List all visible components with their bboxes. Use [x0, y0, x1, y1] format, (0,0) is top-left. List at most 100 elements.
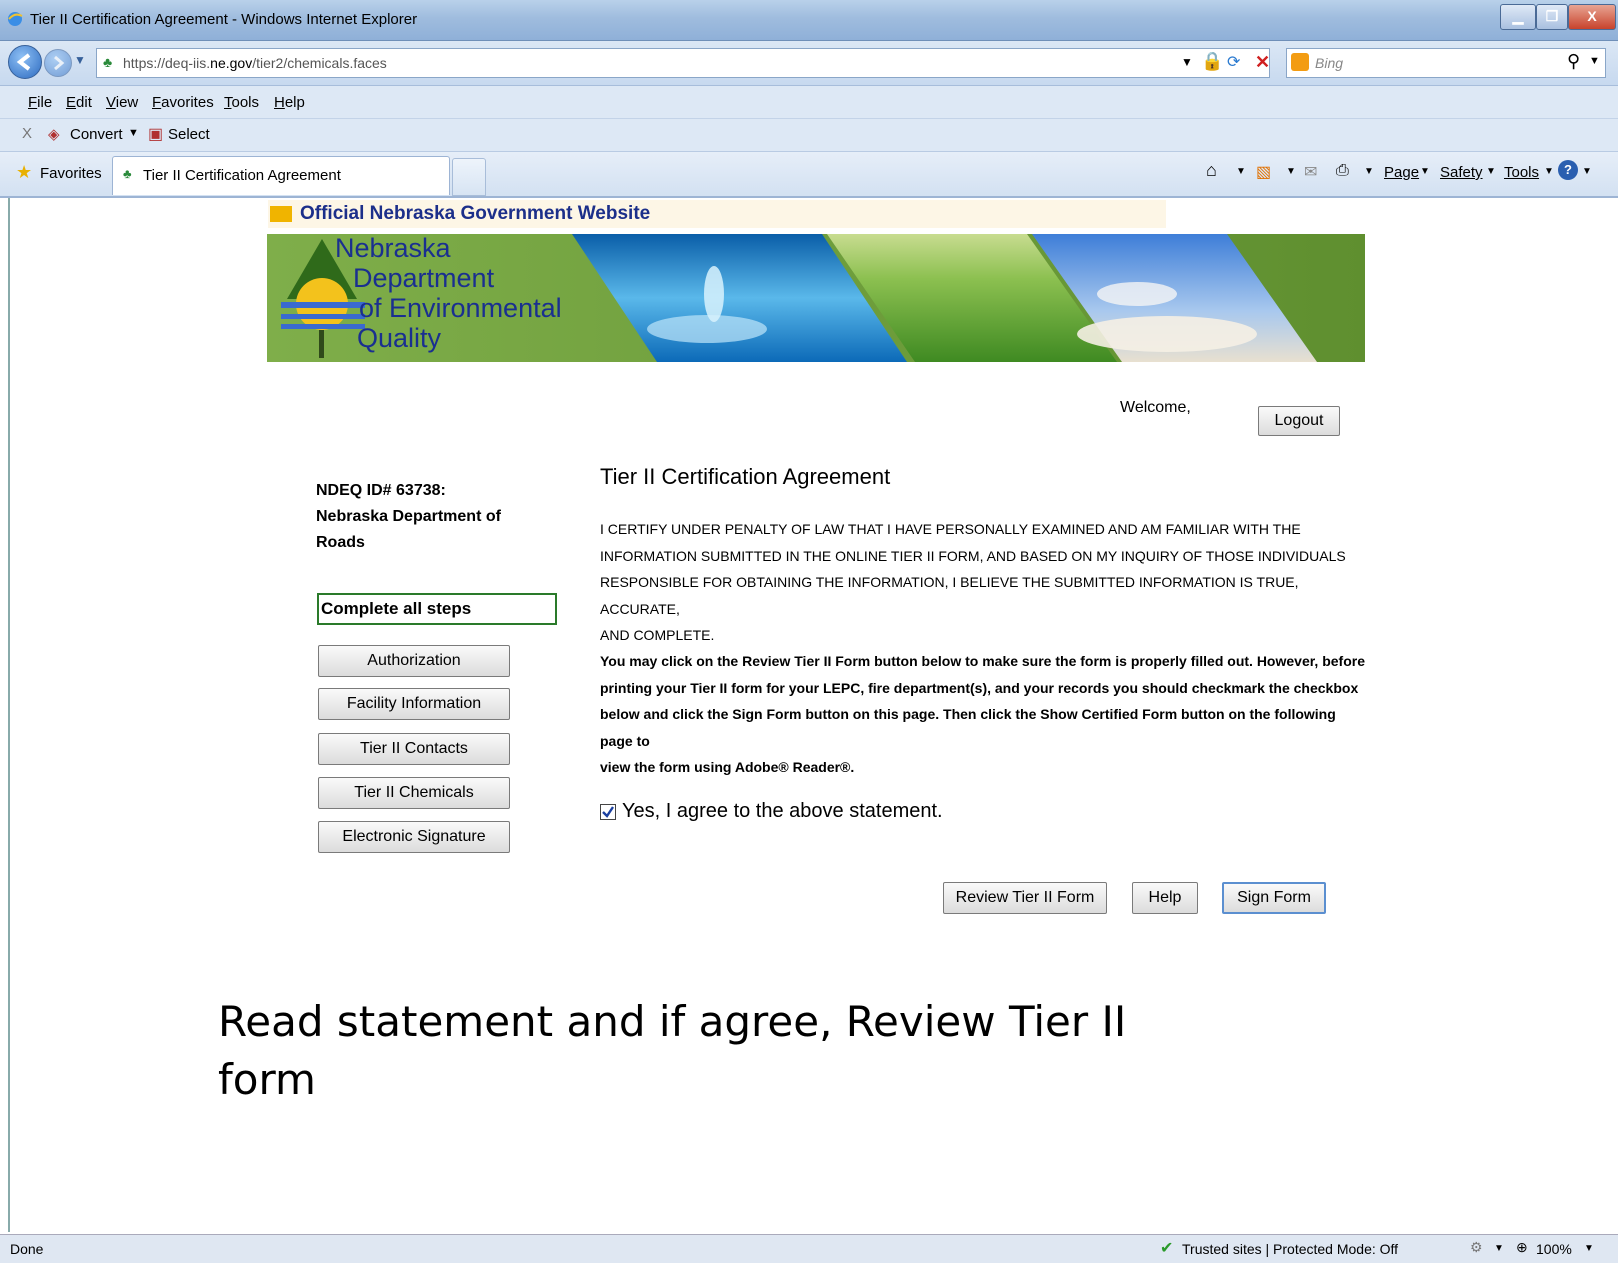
step-facility-information-button[interactable]: Facility Information — [318, 688, 510, 720]
ndeq-header-banner: Nebraska Department of Environmental Qua… — [267, 234, 1365, 362]
logo-line-4: Quality — [357, 323, 442, 353]
back-button[interactable] — [8, 45, 42, 79]
facility-name-line-1: Nebraska Department of — [316, 508, 501, 525]
official-banner: Official Nebraska Government Website — [268, 200, 1166, 228]
address-dropdown-icon[interactable]: ▼ — [1181, 55, 1193, 69]
step-tier-ii-chemicals-button[interactable]: Tier II Chemicals — [318, 777, 510, 809]
page-menu-button[interactable]: Page — [1384, 164, 1419, 181]
minimize-button[interactable]: ▁ — [1500, 4, 1536, 30]
trusted-sites-check-icon: ✔ — [1160, 1240, 1174, 1257]
instructions: You may click on the Review Tier II Form… — [600, 648, 1370, 781]
step-authorization-button[interactable]: Authorization — [318, 645, 510, 677]
help-icon[interactable]: ? — [1558, 160, 1578, 180]
back-arrow-icon — [16, 53, 31, 71]
site-icon: ♣ — [103, 54, 113, 70]
lock-icon[interactable]: 🔒 — [1201, 51, 1223, 72]
logo-line-3: of Environmental — [359, 293, 562, 323]
search-icon[interactable]: ⚲ — [1567, 51, 1580, 72]
mail-icon[interactable]: ✉ — [1304, 162, 1317, 182]
menu-tools[interactable]: Tools — [224, 94, 259, 111]
zoom-level[interactable]: 100% — [1536, 1241, 1572, 1257]
favorites-star-icon: ★ — [16, 162, 33, 182]
logout-button[interactable]: Logout — [1258, 406, 1340, 436]
maximize-icon: ❐ — [1545, 8, 1559, 24]
ndeq-logo-text: Nebraska Department of Environmental Qua… — [335, 234, 562, 353]
close-button[interactable]: X — [1568, 4, 1616, 30]
history-dropdown-icon[interactable]: ▼ — [74, 53, 86, 67]
menu-file[interactable]: File — [28, 94, 52, 111]
maximize-button[interactable]: ❐ — [1536, 4, 1568, 30]
step-electronic-signature-button[interactable]: Electronic Signature — [318, 821, 510, 853]
certify-line-3: RESPONSIBLE FOR OBTAINING THE INFORMATIO… — [600, 574, 1299, 617]
search-placeholder: Bing — [1315, 55, 1344, 71]
internet-explorer-icon — [8, 12, 23, 26]
forward-button[interactable] — [44, 49, 72, 77]
tools-menu-button[interactable]: Tools — [1504, 164, 1539, 181]
certify-line-1: I CERTIFY UNDER PENALTY OF LAW THAT I HA… — [600, 521, 1301, 537]
favorites-button[interactable]: Favorites — [40, 165, 102, 182]
select-button[interactable]: Select — [168, 126, 210, 143]
certify-line-2: INFORMATION SUBMITTED IN THE ONLINE TIER… — [600, 547, 1346, 564]
tools-dropdown-icon[interactable]: ▼ — [1544, 166, 1554, 177]
review-tier-ii-form-button[interactable]: Review Tier II Form — [943, 882, 1107, 914]
address-bar[interactable]: ♣ https://deq-iis.ne.gov/tier2/chemicals… — [96, 48, 1270, 78]
official-banner-text: Official Nebraska Government Website — [300, 203, 651, 224]
agree-label[interactable]: Yes, I agree to the above statement. — [622, 800, 943, 823]
safety-menu-button[interactable]: Safety — [1440, 164, 1483, 181]
certification-statement: I CERTIFY UNDER PENALTY OF LAW THAT I HA… — [600, 516, 1360, 649]
steps-heading: Complete all steps — [317, 593, 557, 625]
tab-title: Tier II Certification Agreement — [143, 167, 341, 184]
toolbar-close-icon[interactable]: X — [22, 125, 32, 142]
feeds-dropdown-icon[interactable]: ▼ — [1286, 166, 1296, 177]
welcome-text: Welcome, — [1120, 399, 1191, 416]
checkmark-icon — [602, 806, 614, 818]
window-title: Tier II Certification Agreement - Window… — [30, 11, 418, 28]
menu-view[interactable]: View — [106, 94, 138, 111]
search-box[interactable]: Bing ⚲ ▼ — [1286, 48, 1606, 78]
feeds-icon[interactable]: ▧ — [1256, 162, 1271, 182]
instruction-line-2: printing your Tier II form for your LEPC… — [600, 679, 1359, 696]
zoom-icon: ⊕ — [1516, 1239, 1528, 1255]
print-dropdown-icon[interactable]: ▼ — [1364, 166, 1374, 177]
convert-dropdown-icon[interactable]: ▼ — [128, 127, 139, 139]
facility-id: NDEQ ID# 63738: — [316, 482, 446, 499]
step-tier-ii-contacts-button[interactable]: Tier II Contacts — [318, 733, 510, 765]
menu-bar: File Edit View Favorites Tools Help — [0, 86, 1618, 119]
sign-form-button[interactable]: Sign Form — [1222, 882, 1326, 914]
search-options-icon[interactable]: ▼ — [1589, 55, 1600, 67]
logo-line-2: Department — [353, 263, 495, 293]
stop-icon[interactable]: ✕ — [1255, 52, 1270, 73]
popup-dropdown-icon[interactable]: ▼ — [1494, 1243, 1504, 1254]
nebraska-flag-icon — [270, 206, 292, 222]
tab-site-icon: ♣ — [123, 166, 132, 181]
status-text: Done — [10, 1241, 44, 1257]
safety-dropdown-icon[interactable]: ▼ — [1486, 166, 1496, 177]
page-title: Tier II Certification Agreement — [600, 464, 891, 489]
url-text: https://deq-iis.ne.gov/tier2/chemicals.f… — [123, 55, 387, 71]
home-icon[interactable]: ⌂ — [1206, 160, 1217, 181]
menu-favorites[interactable]: Favorites — [152, 94, 214, 111]
agree-checkbox[interactable] — [600, 804, 616, 820]
home-dropdown-icon[interactable]: ▼ — [1236, 166, 1246, 177]
help-button[interactable]: Help — [1132, 882, 1198, 914]
pdf-toolbar: X ◈ Convert ▼ ▣ Select — [0, 119, 1618, 152]
caption-line-2: form — [218, 1055, 316, 1104]
facility-name-line-2: Roads — [316, 534, 365, 551]
favorites-bar: ★ Favorites ♣ Tier II Certification Agre… — [0, 152, 1618, 198]
address-toolbar: ▼ ♣ https://deq-iis.ne.gov/tier2/chemica… — [0, 41, 1618, 86]
logo-line-1: Nebraska — [335, 234, 451, 263]
zoom-dropdown-icon[interactable]: ▼ — [1584, 1243, 1594, 1254]
help-dropdown-icon[interactable]: ▼ — [1582, 166, 1592, 177]
popup-blocker-icon[interactable]: ⚙ — [1470, 1239, 1483, 1256]
minimize-icon: ▁ — [1512, 8, 1524, 24]
menu-edit[interactable]: Edit — [66, 94, 92, 111]
page-dropdown-icon[interactable]: ▼ — [1420, 166, 1430, 177]
convert-button[interactable]: Convert — [70, 126, 123, 143]
tab-tier-ii-certification[interactable]: ♣ Tier II Certification Agreement — [112, 156, 450, 195]
new-tab-button[interactable] — [452, 158, 486, 196]
security-zone-text[interactable]: Trusted sites | Protected Mode: Off — [1182, 1241, 1398, 1257]
menu-help[interactable]: Help — [274, 94, 305, 111]
print-icon[interactable]: ⎙ — [1336, 162, 1349, 180]
refresh-icon[interactable]: ⟳ — [1227, 52, 1240, 72]
instruction-line-4: view the form using Adobe® Reader®. — [600, 759, 855, 775]
